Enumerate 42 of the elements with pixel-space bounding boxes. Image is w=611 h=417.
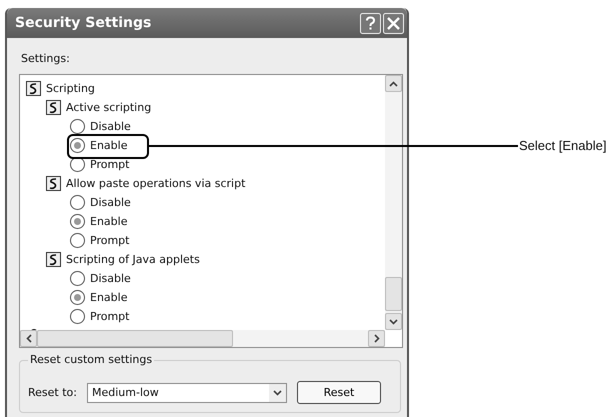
radio-button[interactable] bbox=[70, 119, 85, 134]
radio-button[interactable] bbox=[70, 233, 85, 248]
radio-button[interactable] bbox=[70, 214, 85, 229]
scroll-thumb[interactable] bbox=[37, 330, 233, 347]
option-label[interactable]: Disable bbox=[90, 196, 131, 209]
scroll-right-icon[interactable] bbox=[368, 330, 385, 347]
reset-to-label: Reset to: bbox=[28, 386, 77, 399]
scroll-down-icon[interactable] bbox=[385, 313, 402, 330]
callout-label: Select [Enable] bbox=[519, 138, 606, 153]
setting-label: Allow paste operations via script bbox=[66, 177, 246, 190]
group-title: Reset custom settings bbox=[28, 353, 154, 366]
script-icon bbox=[46, 252, 61, 267]
help-icon[interactable] bbox=[360, 12, 381, 34]
vertical-scrollbar[interactable] bbox=[385, 75, 402, 330]
setting-label: Active scripting bbox=[66, 101, 152, 114]
script-icon bbox=[26, 81, 41, 96]
setting-label: Scripting of Java applets bbox=[66, 253, 200, 266]
scroll-thumb[interactable] bbox=[385, 277, 402, 311]
radio-button[interactable] bbox=[70, 195, 85, 210]
radio-button[interactable] bbox=[70, 309, 85, 324]
option-label[interactable]: Prompt bbox=[90, 234, 130, 247]
option-label[interactable]: Disable bbox=[90, 272, 131, 285]
script-icon bbox=[46, 176, 61, 191]
option-label[interactable]: Enable bbox=[90, 291, 128, 304]
radio-button[interactable] bbox=[70, 290, 85, 305]
radio-button[interactable] bbox=[70, 138, 85, 153]
level-dropdown[interactable]: Medium-low bbox=[86, 382, 287, 402]
option-label[interactable]: Prompt bbox=[90, 310, 130, 323]
close-icon[interactable] bbox=[383, 12, 404, 34]
horizontal-scrollbar[interactable] bbox=[20, 330, 385, 347]
option-label[interactable]: Enable bbox=[90, 215, 128, 228]
scroll-up-icon[interactable] bbox=[385, 75, 402, 92]
option-label[interactable]: Enable bbox=[90, 139, 128, 152]
option-label[interactable]: Disable bbox=[90, 120, 131, 133]
radio-button[interactable] bbox=[70, 271, 85, 286]
window-title: Security Settings bbox=[15, 15, 152, 31]
option-label[interactable]: Prompt bbox=[90, 158, 130, 171]
category-label[interactable]: Scripting bbox=[46, 82, 95, 95]
scroll-left-icon[interactable] bbox=[20, 330, 37, 347]
settings-label: Settings: bbox=[21, 52, 71, 65]
script-icon bbox=[46, 100, 61, 115]
reset-button[interactable]: Reset bbox=[296, 381, 381, 404]
